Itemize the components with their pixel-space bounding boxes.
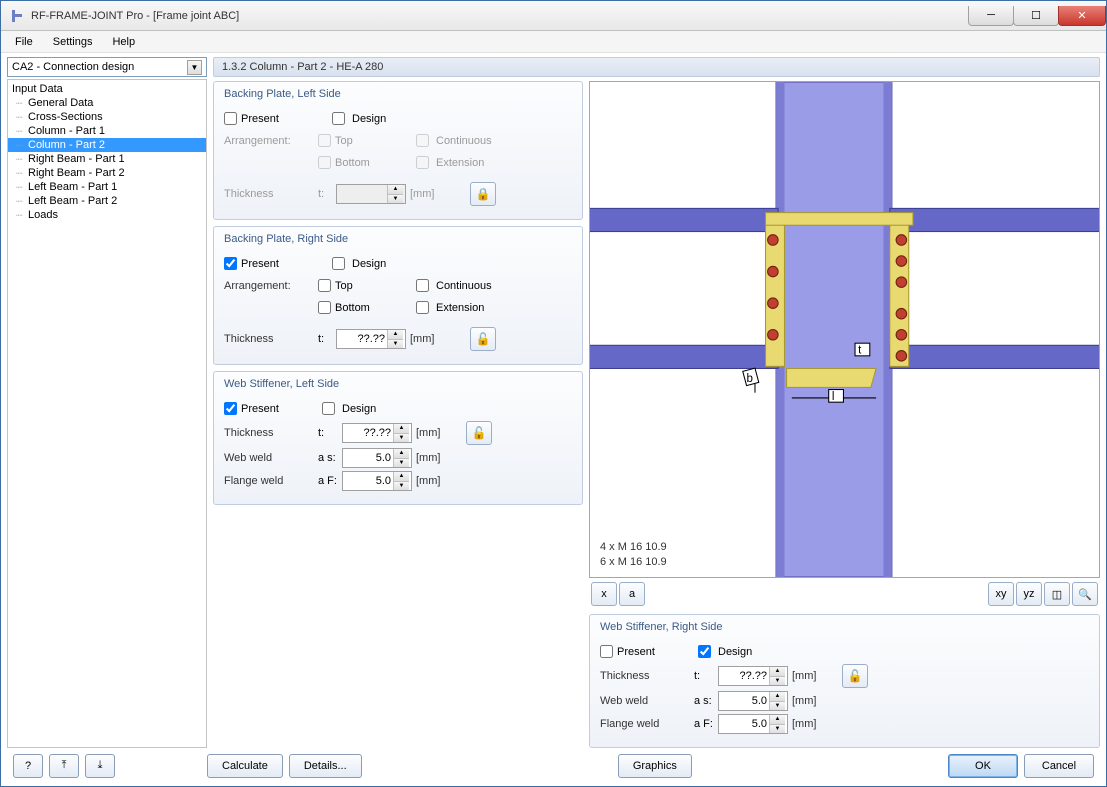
- import-button[interactable]: ⤒: [49, 754, 79, 778]
- menu-help[interactable]: Help: [104, 34, 143, 50]
- bpr-present-checkbox[interactable]: [224, 257, 237, 270]
- wsl-flangeweld-input[interactable]: ▲▼: [342, 471, 412, 491]
- svg-text:b: b: [747, 373, 753, 385]
- panel-title: 1.3.2 Column - Part 2 - HE-A 280: [213, 57, 1100, 77]
- joint-render: l b t: [590, 82, 1099, 577]
- app-icon: [9, 8, 25, 24]
- maximize-button[interactable]: ☐: [1013, 6, 1059, 26]
- wsr-webweld-input[interactable]: ▲▼: [718, 691, 788, 711]
- bpl-bottom-checkbox: [318, 156, 331, 169]
- menu-settings[interactable]: Settings: [45, 34, 101, 50]
- group-web-stiffener-right: Web Stiffener, Right Side Present Design…: [589, 614, 1100, 748]
- unlock-icon[interactable]: 🔓: [842, 664, 868, 688]
- wsl-design-checkbox[interactable]: [322, 402, 335, 415]
- ok-button[interactable]: OK: [948, 754, 1018, 778]
- group-backing-plate-right: Backing Plate, Right Side Present Design…: [213, 226, 583, 365]
- bolt-info: 4 x M 16 10.9 6 x M 16 10.9: [600, 540, 667, 569]
- bpl-continuous-checkbox: [416, 134, 429, 147]
- tree-root[interactable]: Input Data: [8, 82, 206, 96]
- viewer-toolbar: x a xy yz ◫ 🔍: [589, 582, 1100, 606]
- minimize-button[interactable]: ─: [968, 6, 1014, 26]
- chevron-down-icon: ▼: [187, 60, 202, 75]
- tree-item-lbeam-1[interactable]: Left Beam - Part 1: [8, 180, 206, 194]
- bpl-design-checkbox[interactable]: [332, 112, 345, 125]
- view-xy-button[interactable]: xy: [988, 582, 1014, 606]
- bpr-thickness-input[interactable]: ▲▼: [336, 329, 406, 349]
- bpl-extension-checkbox: [416, 156, 429, 169]
- group-web-stiffener-left: Web Stiffener, Left Side Present Design …: [213, 371, 583, 505]
- nav-tree[interactable]: Input Data General Data Cross-Sections C…: [7, 79, 207, 748]
- export-button[interactable]: ⤓: [85, 754, 115, 778]
- tree-item-column-1[interactable]: Column - Part 1: [8, 124, 206, 138]
- dropdown-value: CA2 - Connection design: [12, 61, 134, 73]
- bpr-top-checkbox[interactable]: [318, 279, 331, 292]
- bpl-top-checkbox: [318, 134, 331, 147]
- group-backing-plate-left: Backing Plate, Left Side Present Design …: [213, 81, 583, 220]
- view-a-button[interactable]: a: [619, 582, 645, 606]
- tree-item-cross-sections[interactable]: Cross-Sections: [8, 110, 206, 124]
- unlock-icon[interactable]: 🔓: [470, 327, 496, 351]
- wsr-flangeweld-input[interactable]: ▲▼: [718, 714, 788, 734]
- view-yz-button[interactable]: yz: [1016, 582, 1042, 606]
- case-dropdown[interactable]: CA2 - Connection design ▼: [7, 57, 207, 77]
- bpl-thickness-input: ▲▼: [336, 184, 406, 204]
- wsl-thickness-input[interactable]: ▲▼: [342, 423, 412, 443]
- group-title: Backing Plate, Left Side: [224, 88, 572, 106]
- graphics-button[interactable]: Graphics: [618, 754, 692, 778]
- window-title: RF-FRAME-JOINT Pro - [Frame joint ABC]: [31, 10, 239, 22]
- menu-file[interactable]: File: [7, 34, 41, 50]
- arrangement-label: Arrangement:: [224, 135, 314, 147]
- view-zoom-button[interactable]: 🔍: [1072, 582, 1098, 606]
- tree-item-column-2[interactable]: Column - Part 2: [8, 138, 206, 152]
- wsr-present-checkbox[interactable]: [600, 645, 613, 658]
- bpl-present-checkbox[interactable]: [224, 112, 237, 125]
- group-title: Web Stiffener, Right Side: [600, 621, 1089, 639]
- group-title: Backing Plate, Right Side: [224, 233, 572, 251]
- bpr-extension-checkbox[interactable]: [416, 301, 429, 314]
- wsr-thickness-input[interactable]: ▲▼: [718, 666, 788, 686]
- app-window: RF-FRAME-JOINT Pro - [Frame joint ABC] ─…: [0, 0, 1107, 787]
- close-button[interactable]: ✕: [1058, 6, 1106, 26]
- tree-item-lbeam-2[interactable]: Left Beam - Part 2: [8, 194, 206, 208]
- bpr-design-checkbox[interactable]: [332, 257, 345, 270]
- lock-icon[interactable]: 🔒: [470, 182, 496, 206]
- details-button[interactable]: Details...: [289, 754, 362, 778]
- tree-item-loads[interactable]: Loads: [8, 208, 206, 222]
- tree-item-rbeam-1[interactable]: Right Beam - Part 1: [8, 152, 206, 166]
- wsr-design-checkbox[interactable]: [698, 645, 711, 658]
- cancel-button[interactable]: Cancel: [1024, 754, 1094, 778]
- view-x-button[interactable]: x: [591, 582, 617, 606]
- menubar: File Settings Help: [1, 31, 1106, 53]
- titlebar: RF-FRAME-JOINT Pro - [Frame joint ABC] ─…: [1, 1, 1106, 31]
- tree-item-rbeam-2[interactable]: Right Beam - Part 2: [8, 166, 206, 180]
- tree-item-general[interactable]: General Data: [8, 96, 206, 110]
- bpr-continuous-checkbox[interactable]: [416, 279, 429, 292]
- view-iso-button[interactable]: ◫: [1044, 582, 1070, 606]
- wsl-webweld-input[interactable]: ▲▼: [342, 448, 412, 468]
- svg-text:l: l: [832, 391, 835, 403]
- bpr-bottom-checkbox[interactable]: [318, 301, 331, 314]
- help-button[interactable]: ?: [13, 754, 43, 778]
- calculate-button[interactable]: Calculate: [207, 754, 283, 778]
- group-title: Web Stiffener, Left Side: [224, 378, 572, 396]
- 3d-viewer[interactable]: l b t 4 x M 16 10.9 6 x M 16 10.9: [589, 81, 1100, 578]
- footer: ? ⤒ ⤓ Calculate Details... Graphics OK C…: [7, 748, 1100, 782]
- unlock-icon[interactable]: 🔓: [466, 421, 492, 445]
- wsl-present-checkbox[interactable]: [224, 402, 237, 415]
